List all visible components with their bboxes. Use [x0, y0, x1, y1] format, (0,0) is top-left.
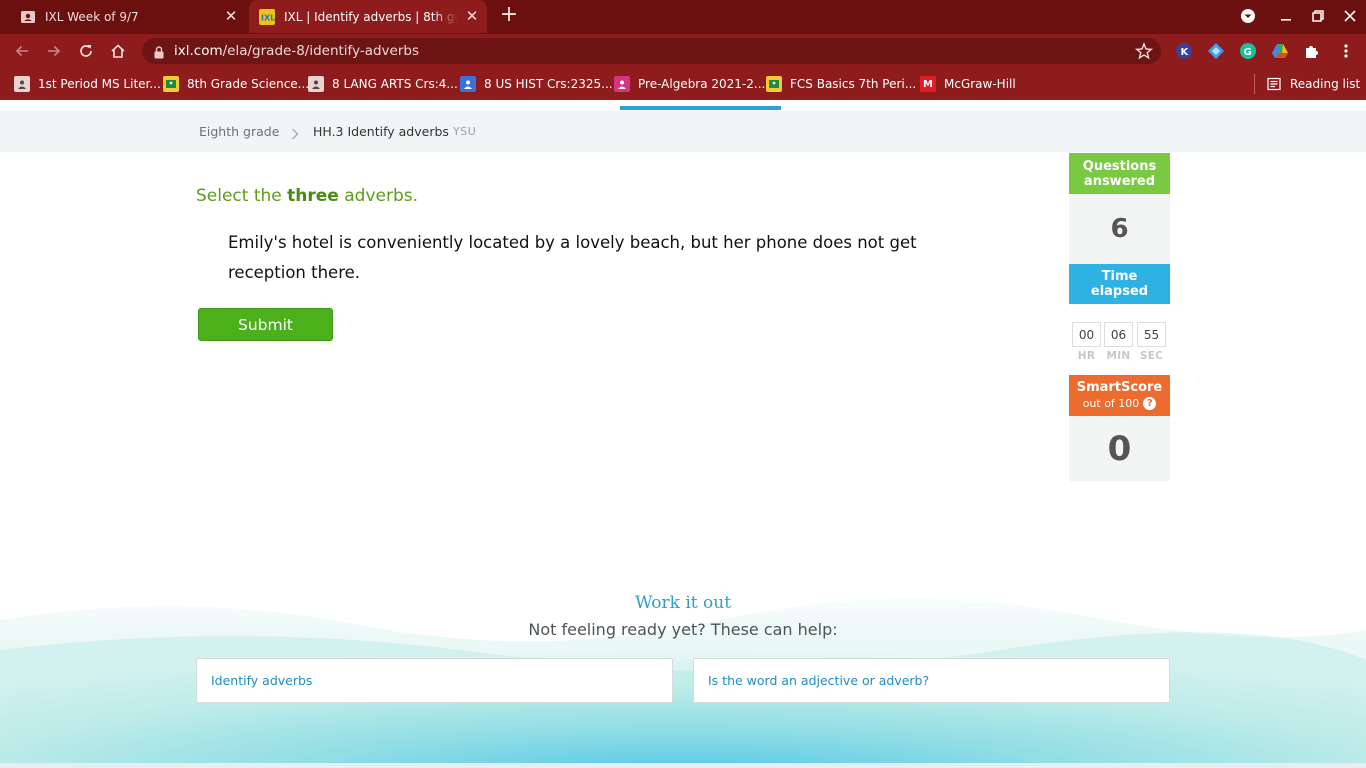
classroom-assignment-icon: [20, 9, 36, 25]
breadcrumb: Eighth grade HH.3 Identify adverbs YSU: [0, 111, 1366, 152]
submit-button[interactable]: Submit: [198, 308, 333, 341]
question-prompt: Select the three adverbs.: [196, 186, 419, 206]
reload-icon[interactable]: [76, 41, 96, 61]
question-sentence[interactable]: Emily's hotel is conveniently located by…: [228, 228, 928, 288]
grammarly-icon[interactable]: G: [1238, 41, 1258, 61]
close-window-icon[interactable]: [1340, 6, 1360, 26]
bookmark-item[interactable]: 8 LANG ARTS Crs:4...: [308, 76, 458, 92]
browser-tab-ixl-identify-adverbs[interactable]: IXL IXL | Identify adverbs | 8th grade ✕: [249, 0, 487, 33]
reading-list-button[interactable]: Reading list: [1266, 76, 1360, 92]
bookmarks-bar: 1st Period MS Liter... 8th Grade Science…: [0, 68, 1366, 100]
more-menu-icon[interactable]: [1336, 41, 1356, 61]
work-it-out-subtitle: Not feeling ready yet? These can help:: [528, 620, 838, 639]
minutes-label: MIN: [1106, 350, 1131, 362]
new-tab-plus-icon[interactable]: +: [498, 4, 520, 27]
bookmark-item[interactable]: Pre-Algebra 2021-2...: [614, 76, 765, 92]
chevron-right-icon: [291, 125, 301, 140]
url-text: ixl.com/ela/grade-8/identify-adverbs: [174, 43, 419, 59]
bookmark-item[interactable]: 1st Period MS Liter...: [14, 76, 161, 92]
tab-search-chevron-icon[interactable]: [1238, 6, 1258, 26]
diamond-extension-icon[interactable]: [1206, 41, 1226, 61]
classroom-icon: [614, 76, 630, 92]
minimize-icon[interactable]: [1276, 6, 1296, 26]
restore-window-icon[interactable]: [1308, 6, 1328, 26]
close-tab-icon[interactable]: ✕: [224, 9, 238, 24]
questions-answered-count: 6: [1069, 194, 1170, 264]
tab-strip: IXL Week of 9/7 ✕ IXL IXL | Identify adv…: [0, 0, 1366, 34]
page-bottom-edge: [0, 763, 1366, 768]
bookmarks-divider: [1254, 74, 1255, 94]
questions-answered-header: Questions answered: [1069, 153, 1170, 194]
home-icon[interactable]: [108, 41, 128, 61]
classroom-icon: [766, 76, 782, 92]
breadcrumb-skill-name: HH.3 Identify adverbs: [313, 124, 449, 139]
bookmark-item[interactable]: FCS Basics 7th Peri...: [766, 76, 916, 92]
classroom-icon: [163, 76, 179, 92]
bookmark-item[interactable]: 8th Grade Science...: [163, 76, 309, 92]
tab-title: IXL | Identify adverbs | 8th grade: [284, 9, 458, 24]
hours-box: 00: [1072, 322, 1101, 347]
classroom-icon: [460, 76, 476, 92]
back-arrow-icon[interactable]: [12, 41, 32, 61]
hours-label: HR: [1077, 350, 1096, 362]
ixl-favicon: IXL: [259, 8, 275, 25]
help-link-identify-adverbs[interactable]: Identify adverbs: [196, 658, 673, 703]
tab-title: IXL Week of 9/7: [45, 9, 139, 24]
smartscore-value: 0: [1069, 416, 1170, 481]
work-it-out-title: Work it out: [634, 593, 732, 613]
smartscore-header: SmartScore out of 100?: [1069, 375, 1170, 416]
skill-code: YSU: [453, 125, 477, 138]
minutes-box: 06: [1104, 322, 1133, 347]
close-tab-icon[interactable]: ✕: [465, 9, 479, 24]
lock-icon: [154, 44, 164, 59]
svg-text:K: K: [1181, 47, 1190, 58]
svg-text:IXL: IXL: [261, 13, 275, 22]
classroom-icon: [308, 76, 324, 92]
ixl-page: Eighth grade HH.3 Identify adverbs YSU S…: [0, 100, 1366, 768]
classroom-icon: [14, 76, 30, 92]
time-elapsed-header: Time elapsed: [1069, 264, 1170, 304]
bookmark-item[interactable]: 8 US HIST Crs:2325...: [460, 76, 613, 92]
breadcrumb-grade-link[interactable]: Eighth grade: [199, 124, 279, 139]
help-link-adjective-or-adverb[interactable]: Is the word an adjective or adverb?: [693, 658, 1170, 703]
bookmark-item[interactable]: M McGraw-Hill: [920, 76, 1016, 92]
mcgraw-hill-icon: M: [920, 76, 936, 92]
active-nav-indicator: [620, 106, 781, 110]
seconds-label: SEC: [1139, 350, 1164, 362]
seconds-box: 55: [1137, 322, 1166, 347]
reading-list-icon: [1266, 76, 1282, 92]
kami-extension-icon[interactable]: K: [1174, 41, 1194, 61]
browser-tab-ixl-week[interactable]: IXL Week of 9/7 ✕: [12, 0, 246, 33]
help-question-icon[interactable]: ?: [1143, 397, 1157, 410]
forward-arrow-icon[interactable]: [44, 41, 64, 61]
extensions-puzzle-icon[interactable]: [1302, 41, 1322, 61]
bookmark-star-icon[interactable]: [1134, 42, 1154, 60]
svg-text:G: G: [1244, 47, 1252, 58]
address-bar[interactable]: ixl.com/ela/grade-8/identify-adverbs: [142, 38, 1161, 64]
google-drive-icon[interactable]: [1270, 41, 1290, 61]
